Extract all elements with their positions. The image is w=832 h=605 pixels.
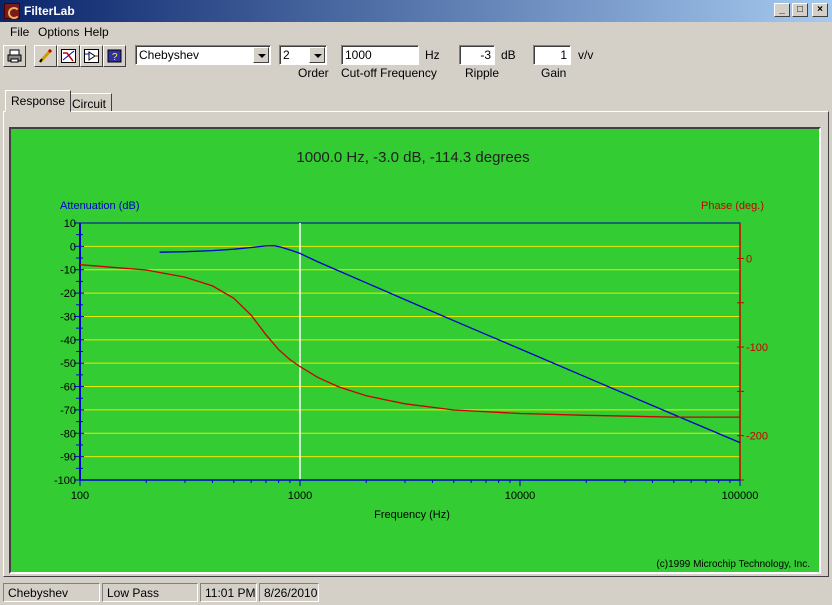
y2-tick-label: -100 [746, 342, 768, 354]
window-controls: _ □ × [774, 3, 828, 17]
x-tick-label: 100 [71, 490, 89, 502]
response-plot-button[interactable] [57, 45, 80, 67]
order-select[interactable]: 2 [279, 45, 327, 65]
cutoff-frequency-input[interactable]: 1000 [341, 45, 419, 65]
status-bar: Chebyshev Low Pass 11:01 PM 8/26/2010 [0, 580, 832, 605]
menu-file[interactable]: File [10, 25, 29, 39]
gain-value: 1 [560, 48, 567, 62]
y-tick-label: -40 [60, 335, 76, 347]
x-tick-label: 100000 [722, 490, 759, 502]
svg-text:?: ? [112, 52, 118, 63]
y-tick-label: 0 [70, 241, 76, 253]
gain-input[interactable]: 1 [533, 45, 571, 65]
cutoff-frequency-value: 1000 [345, 48, 372, 62]
menu-options[interactable]: Options [38, 25, 79, 39]
status-date: 8/26/2010 [259, 583, 319, 602]
y-tick-label: -80 [60, 428, 76, 440]
cutoff-frequency-label: Cut-off Frequency [341, 66, 437, 80]
y-tick-label: -10 [60, 265, 76, 277]
printer-icon [7, 49, 22, 63]
filter-type-value: Chebyshev [139, 48, 200, 62]
phase-series-line [79, 264, 740, 418]
response-plot: 10 0 -10 -20 -30 -40 -50 -60 -70 -80 -90 -100 0 -100-… [9, 127, 821, 574]
tab-circuit[interactable]: Circuit [66, 93, 113, 112]
response-chart: 100-10-20-30-40-50-60-70-80-90-1000-100-… [54, 149, 810, 570]
y-tick-label: -50 [60, 358, 76, 370]
ripple-label: Ripple [465, 66, 500, 80]
y-tick-label: -70 [60, 405, 76, 417]
circuit-button[interactable] [80, 45, 103, 67]
chart-title: 1000.0 Hz, -3.0 dB, -114.3 degrees [296, 149, 529, 166]
cutoff-unit: Hz [425, 48, 440, 62]
maximize-button[interactable]: □ [792, 3, 808, 17]
ripple-unit: dB [501, 48, 516, 62]
gain-label: Gain [541, 66, 567, 80]
status-time: 11:01 PM [200, 583, 257, 602]
status-band: Low Pass [102, 583, 198, 602]
help-book-icon: ? [107, 49, 122, 63]
maximize-icon: □ [796, 4, 804, 15]
circuit-icon [84, 49, 99, 63]
menu-bar: File Options Help [0, 22, 832, 42]
y2-axis-label: Phase (deg.) [701, 200, 764, 212]
filterlab-app-icon[interactable] [4, 3, 20, 19]
copyright-text: (c)1999 Microchip Technology, Inc. [656, 559, 810, 570]
y-tick-label: -90 [60, 452, 76, 464]
pencil-icon [38, 49, 53, 63]
y-tick-label: -20 [60, 288, 76, 300]
close-button[interactable]: × [812, 3, 828, 17]
help-button[interactable]: ? [103, 45, 126, 67]
attenuation-series-line [159, 245, 741, 444]
ripple-input[interactable]: -3 [459, 45, 495, 65]
y2-tick-label: -200 [746, 431, 768, 443]
y-tick-label: -60 [60, 382, 76, 394]
status-filter-type: Chebyshev [3, 583, 100, 602]
chevron-down-icon[interactable] [253, 47, 269, 63]
y-tick-label: -30 [60, 311, 76, 323]
x-tick-label: 1000 [288, 490, 312, 502]
ripple-value: -3 [480, 48, 491, 62]
order-label: Order [298, 66, 329, 80]
filter-type-select[interactable]: Chebyshev [135, 45, 271, 65]
x-tick-label: 10000 [505, 490, 536, 502]
y-tick-label: -100 [54, 475, 76, 487]
minimize-button[interactable]: _ [774, 3, 790, 17]
y2-tick-label: 0 [746, 253, 752, 265]
print-button[interactable] [3, 45, 26, 67]
edit-button[interactable] [34, 45, 57, 67]
chevron-down-icon[interactable] [309, 47, 325, 63]
gain-unit: v/v [578, 48, 594, 62]
window-title: FilterLab [24, 4, 75, 18]
x-axis-label: Frequency (Hz) [374, 509, 450, 521]
y-axis-label: Attenuation (dB) [60, 200, 140, 212]
close-icon: × [817, 4, 823, 15]
title-bar: FilterLab _ □ × [0, 0, 832, 22]
order-value: 2 [283, 48, 290, 62]
minimize-icon: _ [779, 4, 785, 15]
tab-response[interactable]: Response [5, 90, 72, 112]
plot-border [79, 222, 741, 481]
graph-icon [61, 49, 76, 63]
menu-help[interactable]: Help [84, 25, 109, 39]
y-tick-label: 10 [64, 218, 76, 230]
